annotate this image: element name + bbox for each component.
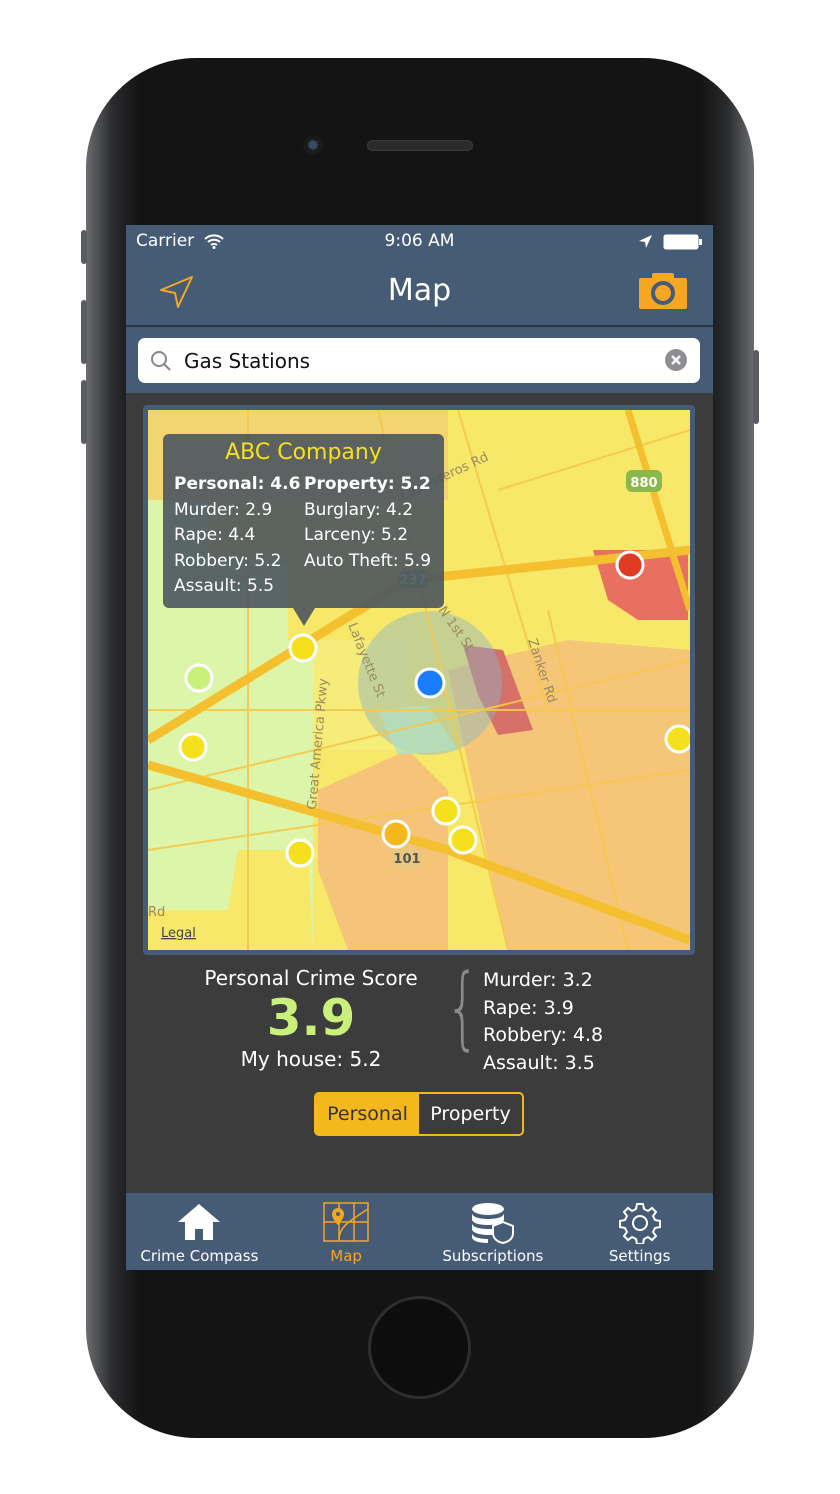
status-bar: Carrier 9:06 AM: [136, 231, 703, 253]
road-label: Rd: [148, 905, 165, 920]
page-title: Map: [387, 273, 452, 308]
gas-station-pin[interactable]: [615, 550, 645, 580]
tab-crime-compass[interactable]: Crime Compass: [126, 1193, 273, 1270]
top-bar: Carrier 9:06 AM Map: [126, 225, 713, 393]
breakdown-item: Robbery: 4.8: [483, 1024, 604, 1046]
volume-down-button: [81, 380, 87, 444]
tab-subscriptions[interactable]: Subscriptions: [420, 1193, 567, 1270]
gas-station-pin[interactable]: [431, 796, 461, 826]
callout-row: Murder: 2.9: [174, 499, 273, 520]
callout-row: Burglary: 4.2: [304, 499, 414, 520]
tab-label: Subscriptions: [442, 1247, 544, 1265]
gas-station-pin[interactable]: [381, 819, 411, 849]
search-icon: [151, 351, 171, 371]
gear-icon: [618, 1203, 661, 1244]
score-breakdown: Murder: 3.2 Rape: 3.9 Robbery: 4.8 Assau…: [483, 967, 603, 1077]
gas-station-pin[interactable]: [664, 724, 690, 754]
earpiece-speaker: [367, 140, 473, 151]
gas-station-pin[interactable]: [178, 732, 208, 762]
callout-row: Auto Theft: 5.9: [304, 550, 432, 571]
tab-bar: Crime Compass Map Subscriptions Settings: [126, 1193, 713, 1270]
tab-label: Map: [330, 1247, 362, 1265]
score-title: Personal Crime Score: [204, 966, 418, 990]
callout-personal-column: Personal: 4.6 Murder: 2.9 Rape: 4.4 Robb…: [174, 472, 300, 600]
callout-row: Larceny: 5.2: [304, 525, 409, 545]
segment-property[interactable]: Property: [419, 1094, 522, 1134]
map-callout[interactable]: ABC Company Personal: 4.6 Murder: 2.9 Ra…: [163, 434, 444, 626]
user-location-dot: [414, 667, 446, 699]
battery-icon: [663, 234, 702, 250]
callout-row: Rape: 4.4: [174, 525, 256, 545]
tab-map[interactable]: Map: [273, 1193, 420, 1270]
callout-pointer: [293, 608, 315, 626]
brace-divider: {: [445, 955, 480, 1060]
front-camera: [303, 135, 323, 155]
house-score: My house: 5.2: [240, 1047, 382, 1071]
breakdown-item: Assault: 3.5: [483, 1051, 595, 1074]
gas-station-pin[interactable]: [184, 663, 214, 693]
tab-settings[interactable]: Settings: [566, 1193, 713, 1270]
mute-switch: [81, 230, 87, 264]
tab-label: Settings: [608, 1247, 671, 1265]
map-icon: [323, 1202, 369, 1242]
callout-row: Robbery: 5.2: [174, 550, 282, 571]
breakdown-item: Murder: 3.2: [483, 969, 593, 991]
screen: Carrier 9:06 AM Map Gas Stations 880 101…: [126, 225, 713, 1270]
crime-type-segmented-control: Personal Property: [314, 1092, 524, 1136]
camera-icon[interactable]: [639, 273, 687, 309]
location-services-icon: [639, 235, 652, 248]
volume-up-button: [81, 300, 87, 364]
gas-station-pin[interactable]: [448, 825, 478, 855]
callout-property-column: Property: 5.2 Burglary: 4.2 Larceny: 5.2…: [304, 472, 431, 574]
home-icon: [178, 1204, 221, 1240]
gas-station-pin[interactable]: [288, 633, 318, 663]
road-label: 101: [393, 852, 420, 867]
callout-personal-score: Personal: 4.6: [174, 474, 301, 494]
score-value: 3.9: [266, 989, 356, 1047]
legal-link[interactable]: Legal: [161, 926, 196, 941]
callout-row: Assault: 5.5: [174, 576, 275, 596]
database-shield-icon: [471, 1203, 514, 1244]
clear-icon[interactable]: [665, 349, 687, 371]
gas-station-pin[interactable]: [285, 838, 315, 868]
segment-personal[interactable]: Personal: [316, 1094, 419, 1134]
breakdown-item: Rape: 3.9: [483, 996, 574, 1019]
search-input[interactable]: [184, 338, 664, 383]
road-label: 880: [630, 476, 657, 491]
home-button[interactable]: [368, 1296, 471, 1399]
search-bar[interactable]: [138, 338, 700, 383]
power-button: [753, 350, 759, 424]
tab-label: Crime Compass: [140, 1247, 259, 1265]
callout-title: ABC Company: [225, 440, 382, 465]
nav-divider: [126, 325, 713, 327]
callout-property-score: Property: 5.2: [304, 474, 431, 494]
status-time: 9:06 AM: [384, 231, 455, 251]
